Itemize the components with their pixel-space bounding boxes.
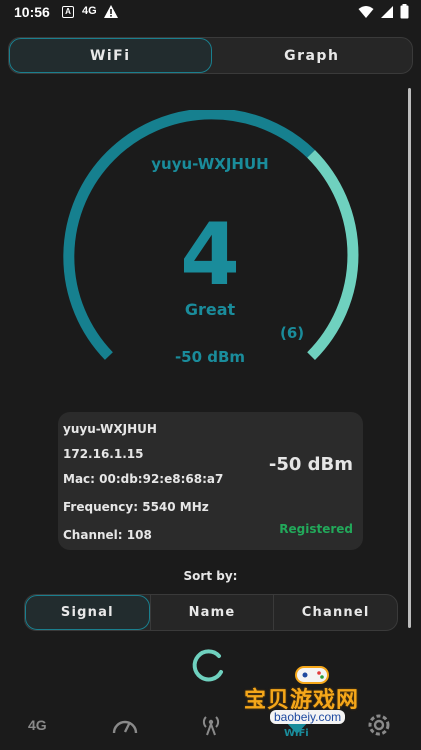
top-tab-bar: WiFi Graph	[8, 37, 413, 74]
status-time: 10:56	[14, 4, 50, 20]
gauge-level: 4	[180, 205, 240, 305]
signal-icon	[380, 4, 394, 23]
card-channel: Channel: 108	[63, 528, 152, 542]
watermark-url: baobeiy.com	[270, 710, 346, 724]
gauge-max-level: (6)	[280, 324, 305, 342]
watermark-logo: 宝贝游戏网 baobeiy.com	[244, 664, 394, 734]
battery-icon	[400, 4, 409, 23]
card-status: Registered	[279, 522, 353, 536]
alert-icon	[103, 4, 119, 23]
sort-name-button[interactable]: Name	[149, 595, 274, 630]
sort-label: Sort by:	[183, 569, 238, 583]
wifi-icon	[358, 4, 374, 23]
card-mac: Mac: 00:db:92:e8:68:a7	[63, 472, 224, 486]
network-type: 4G	[82, 5, 97, 17]
card-signal-dbm: -50 dBm	[268, 454, 353, 475]
gauge-quality: Great	[184, 300, 236, 319]
antenna-icon[interactable]	[196, 710, 226, 740]
signal-gauge: yuyu-WXJHUH 4 Great (6) -50 dBm	[40, 110, 380, 390]
tab-graph[interactable]: Graph	[212, 38, 413, 73]
network-info-card[interactable]: yuyu-WXJHUH 172.16.1.15 Mac: 00:db:92:e8…	[58, 412, 363, 550]
status-bar: 10:56 A 4G	[0, 0, 421, 26]
speedometer-icon[interactable]	[110, 710, 140, 740]
loading-spinner-icon	[190, 648, 226, 684]
card-frequency: Frequency: 5540 MHz	[63, 500, 209, 514]
scrollbar[interactable]	[408, 88, 411, 628]
gauge-signal-dbm: -50 dBm	[174, 348, 246, 366]
sort-tab-bar: Signal Name Channel	[24, 594, 398, 631]
nav-4g[interactable]: 4G	[28, 710, 47, 740]
tab-wifi[interactable]: WiFi	[9, 38, 212, 73]
card-ip: 172.16.1.15	[63, 447, 144, 461]
gauge-ssid: yuyu-WXJHUH	[151, 155, 269, 173]
card-ssid: yuyu-WXJHUH	[63, 422, 157, 436]
sort-signal-button[interactable]: Signal	[25, 595, 150, 630]
sort-channel-button[interactable]: Channel	[273, 595, 397, 630]
notification-a-icon: A	[62, 6, 74, 18]
